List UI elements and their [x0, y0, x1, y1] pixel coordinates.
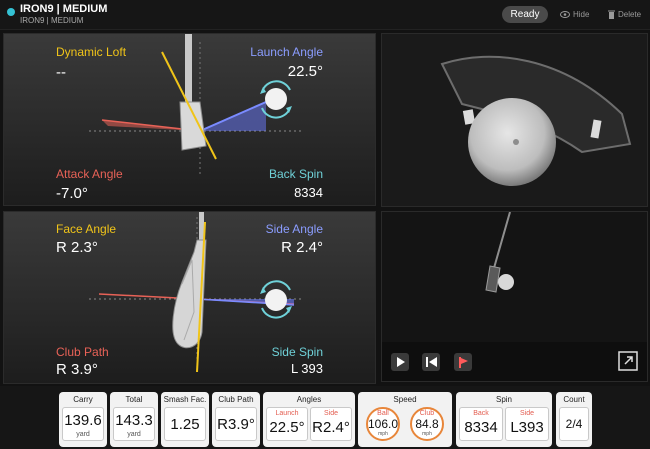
smash-factor-card: Smash Fac. 1.25 [161, 392, 209, 447]
side-view-diagram [89, 34, 304, 174]
club-path-label: Club Path [56, 345, 109, 359]
hide-button[interactable]: Hide [560, 8, 589, 21]
face-angle-label: Face Angle [56, 222, 117, 236]
side-angle-value: R 2.4° [281, 239, 323, 256]
launch-stat-value: 22.5° [269, 419, 305, 436]
step-back-button[interactable] [422, 353, 440, 371]
side-spin-stat-value: L393 [510, 419, 544, 436]
stats-bar: Carry 139.6 yard Total 143.3 yard Smash … [0, 386, 650, 449]
carry-unit: yard [76, 431, 90, 438]
carry-card: Carry 139.6 yard [59, 392, 107, 447]
count-card: Count 2/4 [556, 392, 592, 447]
fullscreen-icon [618, 351, 638, 371]
club-speed-unit: mph [422, 431, 432, 437]
spin-title: Spin [495, 395, 512, 404]
impact-video-frame [382, 34, 647, 206]
speed-title: Speed [393, 395, 417, 404]
flag-marker-icon [458, 356, 468, 368]
carry-title: Carry [73, 395, 93, 404]
top-view-panel: Face Angle R 2.3° Side Angle R 2.4° Club… [3, 211, 376, 384]
spin-side-sub-label: Side [519, 410, 534, 417]
back-sub-label: Back [473, 410, 489, 417]
launch-angle-box: Launch 22.5° [266, 407, 308, 441]
club-path-card: Club Path R3.9° [212, 392, 260, 447]
side-spin-box: Side L393 [505, 407, 549, 441]
total-title: Total [125, 395, 143, 404]
side-angle-stat-value: R2.4° [312, 419, 350, 436]
swing-camera-view [381, 211, 648, 382]
club-shaft [185, 34, 192, 102]
swing-video-frame [382, 212, 647, 342]
side-view-panel: Dynamic Loft -- Launch Angle 22.5° Attac… [3, 33, 376, 206]
spin-card: Spin Back 8334 Side L393 [456, 392, 552, 447]
carry-box: 139.6 yard [62, 407, 104, 441]
club-path-value: R 3.9° [56, 361, 98, 378]
angles-title: Angles [296, 395, 322, 404]
ball-speed-value: 106.0 [368, 417, 399, 431]
header-bar: IRON9 | MEDIUM IRON9 | MEDIUM Ready Hide… [0, 0, 650, 30]
hide-label: Hide [573, 10, 590, 19]
club-speed-value: 84.8 [415, 417, 439, 431]
delete-button[interactable]: Delete [608, 8, 641, 21]
dynamic-loft-label: Dynamic Loft [56, 45, 127, 59]
club-path-stat-value: R3.9° [217, 416, 255, 433]
ball-icon [265, 289, 287, 311]
side-spin-label: Side Spin [271, 345, 323, 359]
dynamic-loft-value: -- [56, 64, 66, 81]
launch-angle-label: Launch Angle [250, 45, 323, 59]
back-spin-box: Back 8334 [459, 407, 503, 441]
ball-speed-ring: Ball 106.0 mph [366, 407, 400, 441]
attack-angle-label: Attack Angle [56, 167, 123, 181]
speed-card: Speed Ball 106.0 mph Club 84.8 mph [358, 392, 452, 447]
side-angle-box: Side R2.4° [310, 407, 352, 441]
step-back-icon [425, 357, 437, 367]
club-path-box: R3.9° [215, 407, 257, 441]
face-angle-value: R 2.3° [56, 239, 98, 256]
launch-angle-value: 22.5° [287, 63, 323, 80]
smash-factor-title: Smash Fac. [163, 395, 207, 404]
ball-icon [265, 88, 287, 110]
carry-value: 139.6 [64, 412, 102, 429]
total-unit: yard [127, 431, 141, 438]
side-angle-label: Side Angle [265, 222, 323, 236]
total-card: Total 143.3 yard [110, 392, 158, 447]
back-spin-value: 8334 [294, 185, 323, 200]
fullscreen-button[interactable] [618, 351, 638, 371]
top-view-diagram [89, 212, 304, 373]
impact-camera-view [381, 33, 648, 207]
smash-factor-value: 1.25 [170, 416, 200, 433]
count-box: 2/4 [559, 407, 589, 441]
smash-factor-box: 1.25 [164, 407, 206, 441]
club-path-title: Club Path [218, 395, 254, 404]
shot-subtitle: IRON9 | MEDIUM [20, 16, 84, 25]
club-head [179, 101, 207, 151]
total-value: 143.3 [115, 412, 153, 429]
impact-marker-button[interactable] [454, 353, 472, 371]
count-title: Count [563, 395, 585, 404]
count-value: 2/4 [565, 417, 583, 431]
golf-ball-image [468, 98, 556, 186]
back-spin-stat-value: 8334 [464, 419, 498, 436]
attack-angle-value: -7.0° [56, 185, 88, 202]
ball-sub-label: Ball [377, 410, 389, 417]
total-box: 143.3 yard [113, 407, 155, 441]
shot-title: IRON9 | MEDIUM [20, 3, 108, 15]
club-sub-label: Club [419, 410, 435, 417]
play-button[interactable] [391, 353, 409, 371]
side-sub-label: Side [323, 410, 338, 417]
trash-icon [608, 10, 615, 19]
ball-speed-unit: mph [378, 431, 388, 437]
play-icon [396, 357, 405, 367]
ready-button[interactable]: Ready [502, 6, 548, 23]
eye-icon [560, 11, 570, 18]
angles-card: Angles Launch 22.5° Side R2.4° [263, 392, 355, 447]
back-spin-label: Back Spin [268, 167, 323, 181]
side-spin-value: L 393 [290, 361, 323, 376]
status-dot [7, 8, 15, 16]
launch-sub-label: Launch [275, 410, 299, 417]
golf-ball-image [498, 274, 514, 290]
club-speed-ring: Club 84.8 mph [410, 407, 444, 441]
delete-label: Delete [618, 10, 642, 19]
